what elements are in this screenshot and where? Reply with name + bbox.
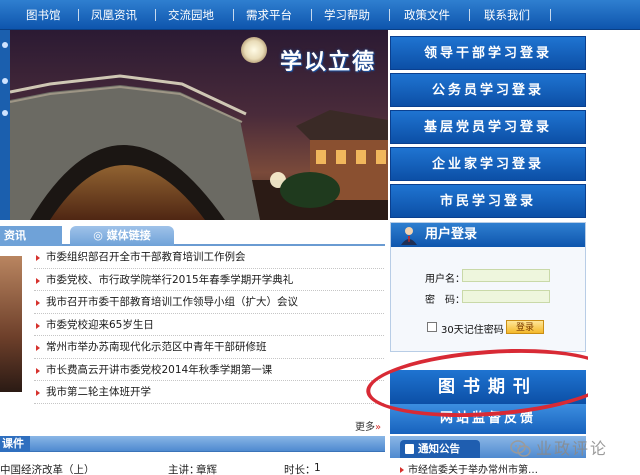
course-section-header: 课件 xyxy=(0,436,385,452)
bullet-icon xyxy=(36,345,40,351)
remember-me-label: 30天记住密码 xyxy=(441,325,504,336)
moon-icon xyxy=(241,37,267,63)
tab-media-links[interactable]: ◎ 媒体链接 xyxy=(70,226,174,246)
nav-item-demand-platform[interactable]: 需求平台 xyxy=(246,0,292,30)
bullet-icon xyxy=(36,300,40,306)
news-item-text: 我市第二轮主体班开学 xyxy=(46,386,151,398)
side-dot xyxy=(2,78,8,84)
news-list-item[interactable]: 市委组织部召开全市干部教育培训工作例会 xyxy=(34,246,384,269)
side-dot xyxy=(2,110,8,116)
news-list-item[interactable]: 市委党校、市行政学院举行2015年春季学期开学典礼 xyxy=(34,269,384,291)
more-news-link[interactable]: 更多» xyxy=(355,418,381,433)
news-item-text: 市委组织部召开全市干部教育培训工作例会 xyxy=(46,251,246,263)
nav-separator xyxy=(469,9,470,21)
news-list: 市委组织部召开全市干部教育培训工作例会 市委党校、市行政学院举行2015年春季学… xyxy=(34,246,384,404)
citizen-login-button[interactable]: 市民学习登录 xyxy=(390,184,586,218)
civil-servant-login-button[interactable]: 公务员学习登录 xyxy=(390,73,586,107)
top-navigation-bar: 图书馆 凤凰资讯 交流园地 需求平台 学习帮助 政策文件 联系我们 xyxy=(0,0,640,30)
course-row[interactable]: 中国经济改革（上） 主讲： 章辉 时长： 1 xyxy=(0,458,385,475)
wechat-logo-icon xyxy=(510,440,531,457)
username-input[interactable] xyxy=(462,269,550,282)
nav-item-exchange[interactable]: 交流园地 xyxy=(168,0,214,30)
course-speaker: 章辉 xyxy=(196,464,217,475)
nav-item-study-help[interactable]: 学习帮助 xyxy=(324,0,370,30)
tab-media-links-label: 媒体链接 xyxy=(106,229,151,242)
username-label: 用户名： xyxy=(425,274,465,285)
news-item-text: 市长费高云开讲市委党校2014年秋季学期第一课 xyxy=(46,363,273,376)
books-periodicals-button[interactable]: 图书期刊 xyxy=(390,370,586,404)
nav-item-contact-us[interactable]: 联系我们 xyxy=(484,0,530,30)
remember-me-checkbox[interactable] xyxy=(427,322,437,332)
bullet-icon xyxy=(36,255,40,261)
news-list-item[interactable]: 常州市举办苏南现代化示范区中青年干部研修班 xyxy=(34,336,384,359)
news-tab-bar: 资讯 ◎ 媒体链接 xyxy=(0,226,385,246)
tab-notices[interactable]: 通知公告 xyxy=(400,440,480,458)
grassroots-party-member-login-button[interactable]: 基层党员学习登录 xyxy=(390,110,586,144)
notice-item-text: 市经信委关于举办常州市第… xyxy=(408,465,538,475)
media-links-icon: ◎ xyxy=(93,229,107,242)
nav-separator xyxy=(389,9,390,21)
user-login-header: 用户登录 xyxy=(391,223,585,247)
nav-separator xyxy=(78,9,79,21)
bullet-icon xyxy=(36,322,40,329)
nav-item-library[interactable]: 图书馆 xyxy=(26,0,61,30)
course-name[interactable]: 中国经济改革（上） xyxy=(0,462,95,475)
news-list-item[interactable]: 市长费高云开讲市委党校2014年秋季学期第一课 xyxy=(34,359,384,381)
nav-item-policy-docs[interactable]: 政策文件 xyxy=(404,0,450,30)
news-item-text: 市委党校迎来65岁生日 xyxy=(46,318,154,331)
user-login-title: 用户登录 xyxy=(425,227,478,242)
tab-news[interactable]: 资讯 xyxy=(0,226,62,246)
news-item-text: 常州市举办苏南现代化示范区中青年干部研修班 xyxy=(46,341,267,353)
watermark-text: 业政评论 xyxy=(536,439,609,458)
notice-icon xyxy=(405,444,414,454)
tab-notices-label: 通知公告 xyxy=(418,443,460,455)
right-blank-area xyxy=(588,30,640,475)
bullet-icon xyxy=(36,277,40,284)
news-item-text: 我市召开市委干部教育培训工作领导小组（扩大）会议 xyxy=(46,296,298,308)
login-submit-button[interactable]: 登录 xyxy=(506,320,544,334)
more-news-label: 更多 xyxy=(355,422,375,433)
news-photo[interactable] xyxy=(0,256,22,392)
course-duration-label: 时长： xyxy=(284,464,316,475)
banner-title: 学以立德 xyxy=(280,50,377,75)
password-input[interactable] xyxy=(462,290,550,303)
nav-separator xyxy=(550,9,551,21)
nav-separator xyxy=(311,9,312,21)
notice-list-item[interactable]: 市经信委关于举办常州市第… xyxy=(400,461,538,475)
course-speaker-label: 主讲： xyxy=(168,464,200,475)
news-list-item[interactable]: 我市召开市委干部教育培训工作领导小组（扩大）会议 xyxy=(34,291,384,314)
entrepreneur-login-button[interactable]: 企业家学习登录 xyxy=(390,147,586,181)
course-section-title: 课件 xyxy=(0,436,30,452)
news-list-item[interactable]: 市委党校迎来65岁生日 xyxy=(34,314,384,336)
nav-separator xyxy=(155,9,156,21)
banner-slideshow[interactable]: 学以立德 1234 xyxy=(10,30,388,220)
left-side-strip xyxy=(0,30,10,220)
double-chevron-right-icon: » xyxy=(375,422,382,433)
password-label: 密 码： xyxy=(425,295,465,306)
news-item-text: 市委党校、市行政学院举行2015年春季学期开学典礼 xyxy=(46,273,294,286)
bullet-icon xyxy=(36,390,40,396)
nav-item-phoenix-news[interactable]: 凤凰资讯 xyxy=(91,0,137,30)
bullet-icon xyxy=(400,467,404,473)
news-list-item[interactable]: 我市第二轮主体班开学 xyxy=(34,381,384,404)
bullet-icon xyxy=(36,367,40,374)
nav-separator xyxy=(233,9,234,21)
course-duration: 1 xyxy=(314,462,321,474)
user-icon xyxy=(401,227,417,245)
side-dot xyxy=(2,42,8,48)
watermark: 业政评论 xyxy=(506,433,636,463)
website-supervision-feedback-button[interactable]: 网站监督反馈 xyxy=(390,404,586,434)
leader-cadre-login-button[interactable]: 领导干部学习登录 xyxy=(390,36,586,70)
